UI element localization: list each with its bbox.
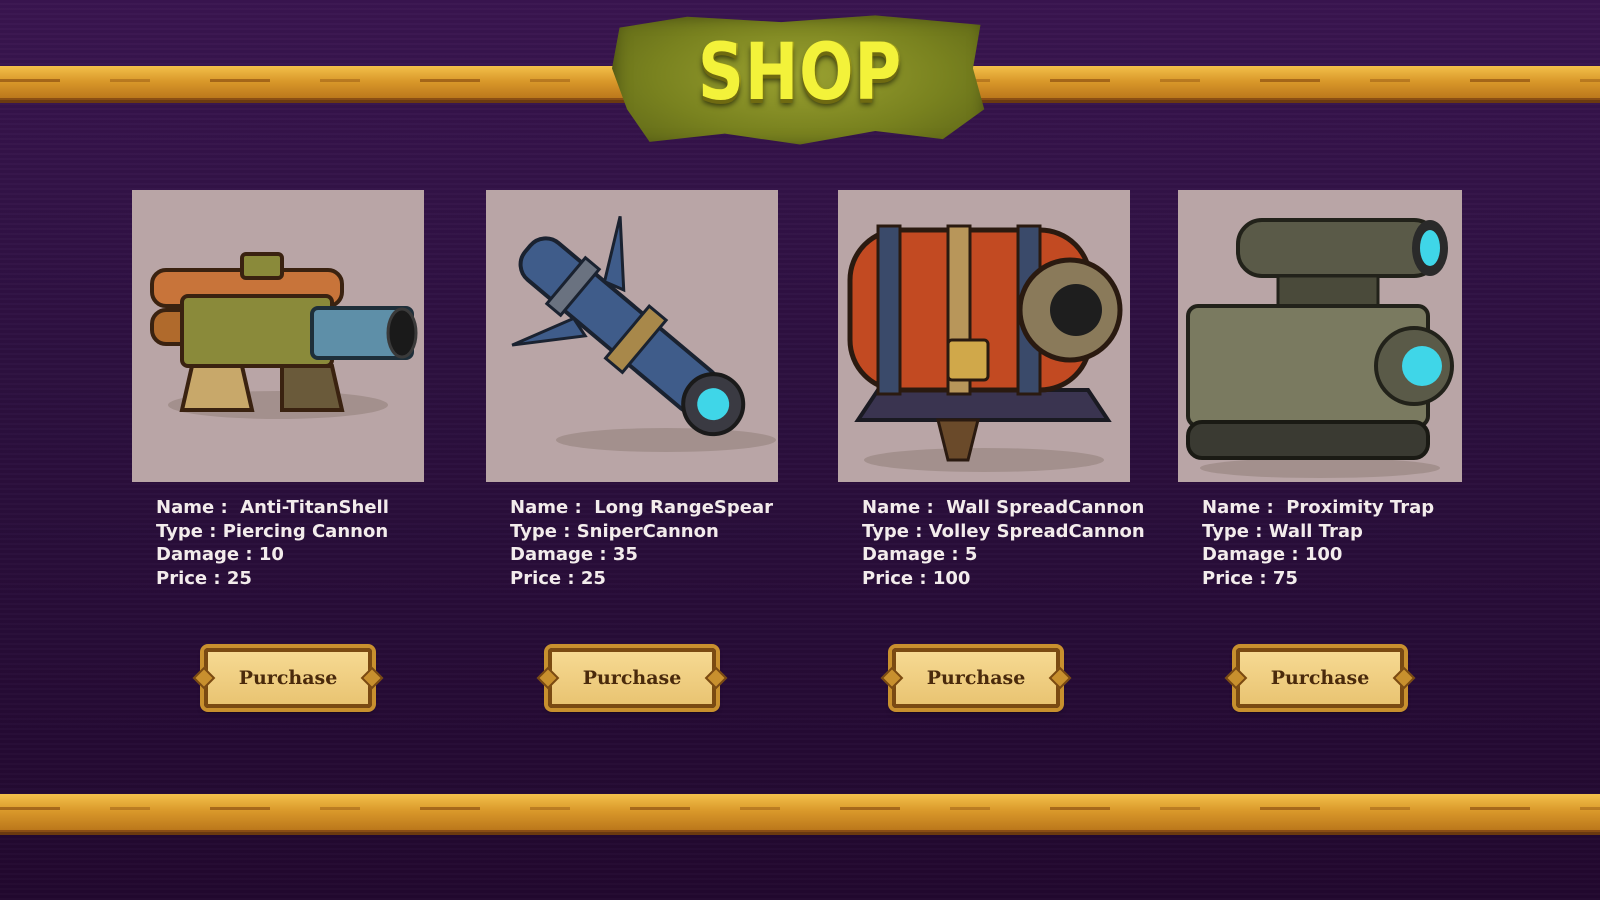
item-price: 75: [1272, 567, 1298, 589]
item-damage: 35: [612, 544, 638, 565]
name-label: Name :: [510, 497, 582, 518]
price-label: Price :: [862, 567, 927, 589]
name-label: Name :: [1202, 497, 1274, 518]
damage-label: Damage :: [1202, 544, 1299, 565]
damage-label: Damage :: [862, 544, 959, 565]
item-type: Piercing Cannon: [222, 520, 389, 542]
item-name: Anti-TitanShell: [240, 497, 389, 518]
item-image: [486, 190, 778, 482]
damage-label: Damage :: [156, 544, 253, 565]
bottom-wood-plank: [0, 794, 1600, 832]
item-name: Proximity Trap: [1286, 497, 1435, 518]
price-label: Price :: [156, 567, 221, 589]
item-price: 25: [580, 567, 606, 589]
shop-item-card: Name : Wall SpreadCannon Type : Volley S…: [838, 190, 1145, 590]
item-image: [838, 190, 1130, 482]
name-label: Name :: [156, 497, 228, 518]
item-damage: 5: [964, 544, 978, 565]
spread-cannon-icon: [847, 224, 1123, 472]
damage-label: Damage :: [510, 544, 607, 565]
item-type: Wall Trap: [1268, 520, 1363, 542]
item-damage: 10: [258, 544, 284, 565]
item-type: Volley SpreadCannon: [928, 520, 1145, 542]
trap-turret-icon: [1186, 218, 1454, 478]
item-image: [1178, 190, 1462, 482]
item-name: Long RangeSpear: [594, 497, 773, 518]
type-label: Type :: [862, 520, 923, 542]
shop-item-card: Name : Anti-TitanShell Type : Piercing C…: [132, 190, 432, 590]
item-name: Wall SpreadCannon: [946, 497, 1145, 518]
purchase-button[interactable]: Purchase: [204, 648, 372, 708]
price-label: Price :: [1202, 567, 1267, 589]
item-type: SniperCannon: [576, 520, 719, 542]
type-label: Type :: [156, 520, 217, 542]
purchase-button[interactable]: Purchase: [1236, 648, 1404, 708]
item-image: [132, 190, 424, 482]
shop-title: SHOP: [697, 28, 903, 118]
type-label: Type :: [1202, 520, 1263, 542]
type-label: Type :: [510, 520, 571, 542]
price-label: Price :: [510, 567, 575, 589]
purchase-button[interactable]: Purchase: [892, 648, 1060, 708]
item-price: 25: [226, 567, 252, 589]
spear-cannon-icon: [511, 216, 776, 452]
shop-item-card: Name : Proximity Trap Type : Wall Trap D…: [1178, 190, 1478, 590]
purchase-button[interactable]: Purchase: [548, 648, 716, 708]
shop-item-card: Name : Long RangeSpear Type : SniperCann…: [486, 190, 786, 590]
cannon-icon: [150, 252, 418, 419]
name-label: Name :: [862, 497, 934, 518]
item-damage: 100: [1304, 544, 1343, 565]
item-price: 100: [932, 567, 971, 589]
